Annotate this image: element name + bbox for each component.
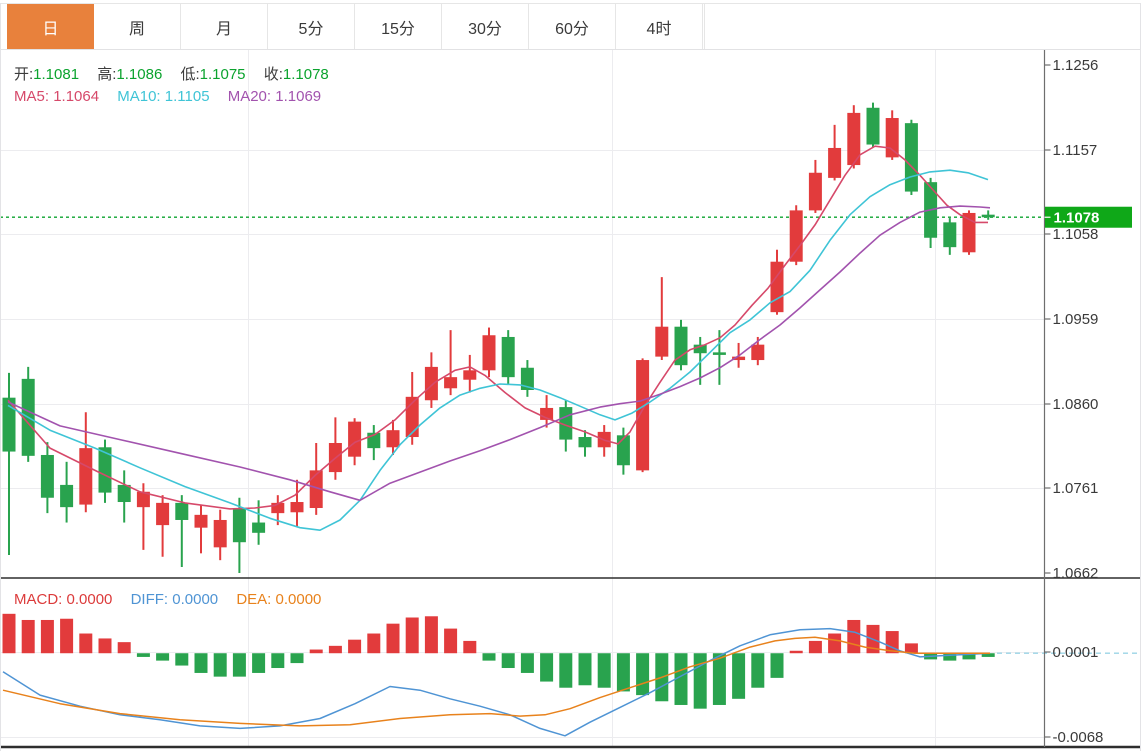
svg-text:-0.0068: -0.0068 bbox=[1053, 729, 1104, 746]
tab-5min[interactable]: 5分 bbox=[268, 4, 355, 49]
macd-axis: 0.0001 -0.0068 bbox=[1045, 644, 1104, 746]
tab-month[interactable]: 月 bbox=[181, 4, 268, 49]
trading-chart-app: 日周月5分15分30分60分4时 1.1256 1.1157 1.1058 1.095… bbox=[0, 0, 1141, 754]
price-axis: 1.1256 1.1157 1.1058 1.0959 1.0860 1.0761 1.06… bbox=[1045, 50, 1099, 747]
dea-line bbox=[3, 637, 990, 726]
tab-week[interactable]: 周 bbox=[94, 4, 181, 49]
tab-60min[interactable]: 60分 bbox=[529, 4, 616, 49]
diff-line bbox=[3, 629, 990, 736]
ma10-line bbox=[8, 170, 988, 530]
period-tabbar: 日周月5分15分30分60分4时 bbox=[7, 4, 703, 49]
kline-chart-canvas[interactable]: 1.1256 1.1157 1.1058 1.0959 1.0860 1.0761 1.06… bbox=[0, 0, 1141, 754]
tab-day[interactable]: 日 bbox=[7, 4, 94, 49]
tab-4hour[interactable]: 4时 bbox=[616, 4, 703, 49]
ma20-line bbox=[8, 206, 990, 500]
ma5-line bbox=[8, 146, 988, 509]
svg-text:1.1058: 1.1058 bbox=[1053, 226, 1099, 243]
svg-text:1.0959: 1.0959 bbox=[1053, 311, 1099, 328]
tab-30min[interactable]: 30分 bbox=[442, 4, 529, 49]
panel-borders bbox=[0, 3, 1141, 751]
tab-15min[interactable]: 15分 bbox=[355, 4, 442, 49]
svg-text:1.1078: 1.1078 bbox=[1054, 210, 1100, 227]
svg-text:1.0860: 1.0860 bbox=[1053, 396, 1099, 413]
svg-text:1.1256: 1.1256 bbox=[1053, 57, 1099, 74]
last-price-tag: 1.1078 bbox=[1045, 207, 1133, 228]
svg-text:1.1157: 1.1157 bbox=[1053, 142, 1098, 159]
svg-text:1.0761: 1.0761 bbox=[1053, 480, 1099, 497]
svg-text:0.0001: 0.0001 bbox=[1053, 644, 1099, 661]
macd-histogram bbox=[3, 614, 995, 709]
svg-text:1.0662: 1.0662 bbox=[1053, 565, 1099, 582]
